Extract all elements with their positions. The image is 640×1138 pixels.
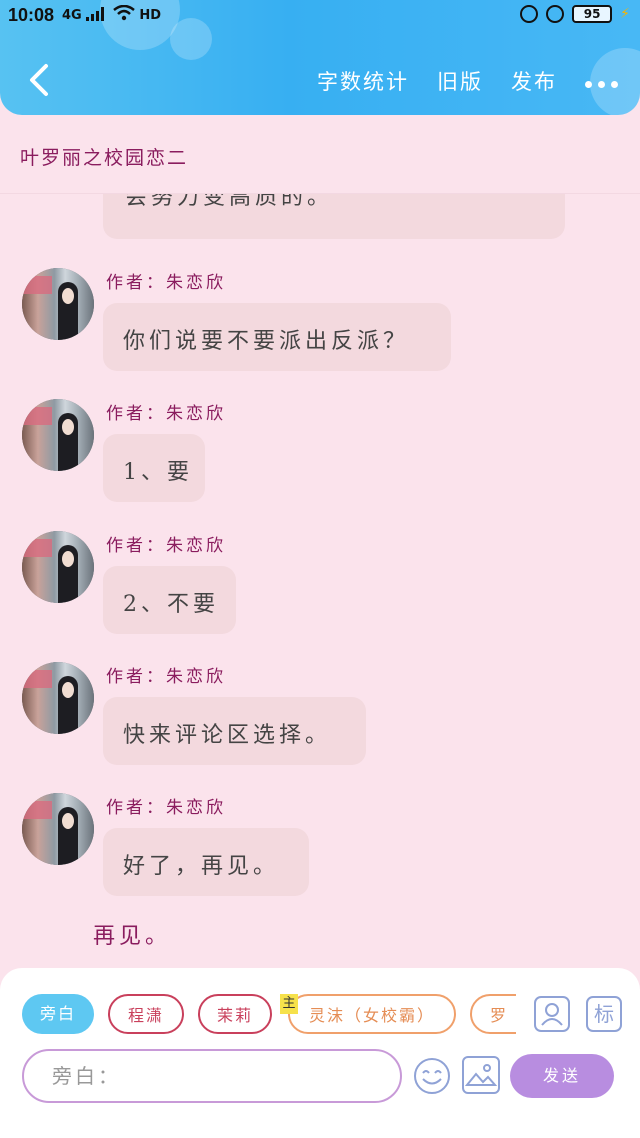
author-name: 作者：朱恋欣 (106, 536, 226, 556)
lock-rotation-icon (520, 5, 539, 23)
back-arrow-icon[interactable] (22, 60, 58, 100)
message-bubble[interactable]: 好了，再见。 (103, 828, 309, 896)
message-bubble[interactable]: 快来评论区选择。 (103, 697, 366, 765)
message-bubble[interactable]: 会努力变高质的。 (103, 193, 565, 239)
story-title-bar: 叶罗丽之校园恋二 (0, 115, 640, 194)
avatar[interactable] (22, 268, 94, 340)
narration-text[interactable]: 再见。 (93, 918, 171, 950)
message-text: 你们说要不要派出反派？ (123, 329, 410, 354)
message-text: 1、要 (123, 460, 193, 485)
old-version-button[interactable]: 旧版 (437, 66, 483, 96)
chat-area[interactable]: 会努力变高质的。 作者：朱恋欣 你们说要不要派出反派？ 作者：朱恋欣 1、要 作… (0, 193, 640, 973)
role-chip[interactable]: 程潇 (108, 994, 184, 1034)
author-name: 作者：朱恋欣 (106, 798, 226, 818)
character-manage-icon[interactable] (534, 996, 570, 1032)
header-actions: 字数统计 旧版 发布 (317, 66, 618, 96)
alarm-icon (546, 5, 565, 23)
charging-icon: ⚡ (620, 6, 630, 22)
story-title[interactable]: 叶罗丽之校园恋二 (20, 143, 188, 170)
avatar[interactable] (22, 531, 94, 603)
emoji-icon[interactable] (412, 1056, 452, 1096)
avatar[interactable] (22, 793, 94, 865)
role-chip[interactable]: 罗 (470, 994, 516, 1034)
more-icon[interactable] (585, 66, 618, 96)
network-type: 4G (62, 8, 82, 23)
tag-icon[interactable]: 标 (586, 996, 622, 1032)
battery-icon: 95 (572, 5, 613, 23)
message-text: 2、不要 (123, 592, 219, 617)
main-character-tag: 主 (280, 994, 298, 1014)
role-chip[interactable]: 灵沫（女校霸） (288, 994, 456, 1034)
role-chips: 旁白 程潇 茉莉 灵沫（女校霸） 罗 (22, 994, 516, 1038)
role-chip[interactable]: 茉莉 (198, 994, 272, 1034)
status-right: 95 ⚡ (520, 5, 630, 23)
message-bubble[interactable]: 1、要 (103, 434, 205, 502)
send-button[interactable]: 发送 (510, 1054, 614, 1098)
author-name: 作者：朱恋欣 (106, 404, 226, 424)
message-text: 会努力变高质的。 (125, 193, 334, 210)
message-text: 好了，再见。 (123, 854, 280, 879)
battery-level: 95 (583, 7, 601, 21)
signal-icon: 4G HD (62, 4, 161, 23)
image-icon[interactable] (462, 1056, 500, 1094)
author-name: 作者：朱恋欣 (106, 667, 226, 687)
status-bar: 10:08 4G HD 95 ⚡ (0, 0, 640, 34)
app-header: 10:08 4G HD 95 ⚡ 字数统计 旧版 发布 (0, 0, 640, 115)
message-text: 快来评论区选择。 (123, 723, 332, 748)
word-count-button[interactable]: 字数统计 (317, 66, 409, 96)
publish-button[interactable]: 发布 (511, 66, 557, 96)
hd-badge: HD (139, 8, 161, 23)
message-bubble[interactable]: 你们说要不要派出反派？ (103, 303, 451, 371)
wifi-icon (113, 4, 135, 21)
author-name: 作者：朱恋欣 (106, 273, 226, 293)
role-chip-narration[interactable]: 旁白 (22, 994, 94, 1034)
message-input[interactable]: 旁白： (22, 1049, 402, 1103)
avatar[interactable] (22, 662, 94, 734)
status-time: 10:08 (8, 5, 55, 25)
message-bubble[interactable]: 2、不要 (103, 566, 236, 634)
avatar[interactable] (22, 399, 94, 471)
